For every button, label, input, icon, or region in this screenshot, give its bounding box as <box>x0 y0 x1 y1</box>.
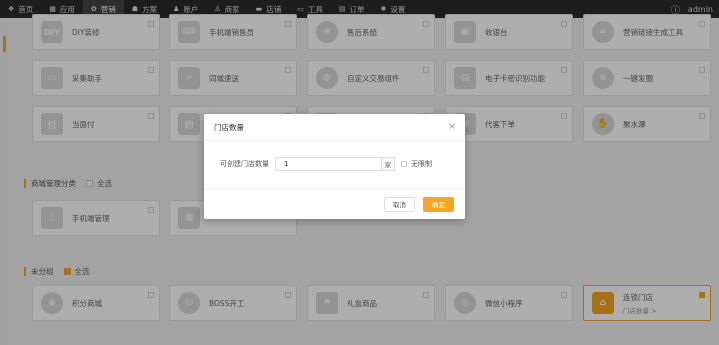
dialog-header: 门店数量 × <box>204 114 465 141</box>
cancel-button[interactable]: 取消 <box>384 196 415 212</box>
store-count-dialog: 门店数量 × 可创建门店数量 1 家 无限制 取消 确定 <box>204 114 465 219</box>
dialog-title: 门店数量 <box>214 122 244 132</box>
store-count-input[interactable]: 1 <box>275 157 382 171</box>
store-count-label: 可创建门店数量 <box>220 160 269 168</box>
confirm-button[interactable]: 确定 <box>423 196 454 212</box>
store-count-unit: 家 <box>382 157 395 171</box>
dialog-footer: 取消 确定 <box>204 188 465 219</box>
unlimited-toggle[interactable]: 无限制 <box>401 159 432 169</box>
unlimited-label: 无限制 <box>411 160 432 168</box>
unlimited-checkbox[interactable] <box>401 161 407 167</box>
dialog-body: 可创建门店数量 1 家 无限制 <box>204 141 465 187</box>
close-icon[interactable]: × <box>448 122 456 132</box>
